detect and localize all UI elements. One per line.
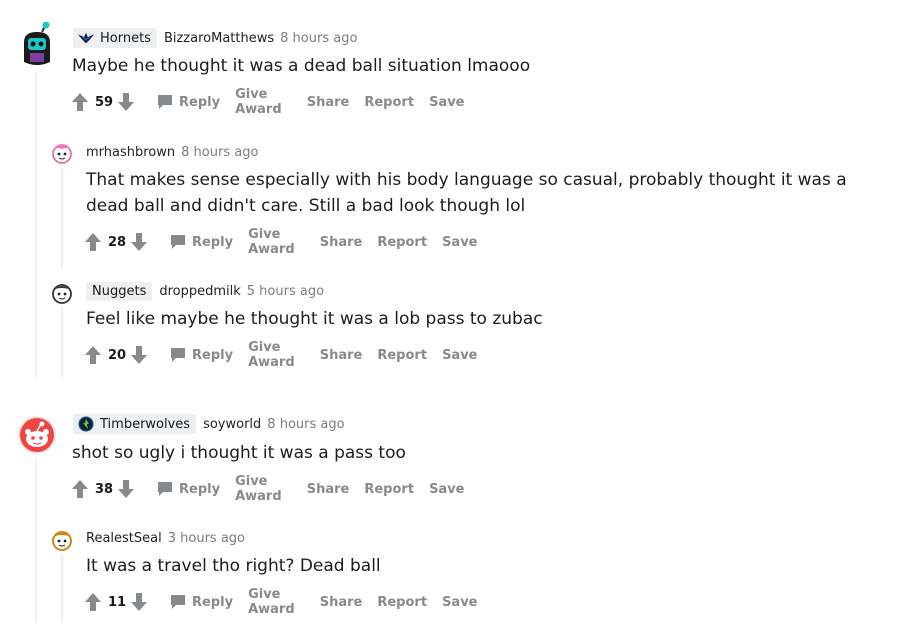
save-button[interactable]: Save bbox=[442, 235, 477, 250]
comment-timestamp[interactable]: 8 hours ago bbox=[280, 31, 357, 46]
flair-text: Nuggets bbox=[92, 283, 147, 299]
reply-button[interactable]: Reply bbox=[170, 234, 233, 250]
author-name[interactable]: droppedmilk bbox=[159, 284, 240, 299]
save-button[interactable]: Save bbox=[442, 348, 477, 363]
comment-body: shot so ugly i thought it was a pass too bbox=[72, 443, 406, 463]
give-award-button[interactable]: Give Award bbox=[248, 227, 305, 257]
upvote-arrow-icon[interactable] bbox=[71, 478, 89, 500]
upvote-arrow-icon[interactable] bbox=[84, 231, 102, 253]
vote-score: 38 bbox=[95, 481, 114, 497]
comment-timestamp[interactable]: 3 hours ago bbox=[168, 531, 245, 546]
comment-timestamp[interactable]: 5 hours ago bbox=[247, 284, 324, 299]
report-button[interactable]: Report bbox=[377, 595, 427, 610]
author-name[interactable]: soyworld bbox=[203, 417, 261, 432]
thread-line[interactable] bbox=[61, 168, 63, 268]
save-button[interactable]: Save bbox=[442, 595, 477, 610]
give-award-button[interactable]: Give Award bbox=[235, 87, 292, 117]
upvote-arrow-icon[interactable] bbox=[71, 91, 89, 113]
avatar[interactable] bbox=[50, 141, 74, 165]
flair-text: Hornets bbox=[100, 30, 151, 46]
vote-score: 20 bbox=[108, 347, 127, 363]
author-name[interactable]: RealestSeal bbox=[86, 531, 162, 546]
save-button[interactable]: Save bbox=[429, 95, 464, 110]
author-name[interactable]: mrhashbrown bbox=[86, 145, 175, 160]
upvote-arrow-icon[interactable] bbox=[84, 591, 102, 613]
avatar[interactable] bbox=[50, 528, 74, 552]
thread-line[interactable] bbox=[35, 458, 37, 623]
user-flair: Timberwolves bbox=[73, 414, 197, 434]
upvote-arrow-icon[interactable] bbox=[84, 344, 102, 366]
share-button[interactable]: Share bbox=[320, 235, 363, 250]
comment-bubble-icon bbox=[170, 234, 186, 250]
reply-button[interactable]: Reply bbox=[157, 481, 220, 497]
downvote-arrow-icon[interactable] bbox=[130, 591, 148, 613]
save-button[interactable]: Save bbox=[429, 482, 464, 497]
thread-line[interactable] bbox=[61, 307, 63, 377]
comment-bubble-icon bbox=[170, 347, 186, 363]
comment-body: Feel like maybe he thought it was a lob … bbox=[86, 309, 543, 329]
reply-button[interactable]: Reply bbox=[157, 94, 220, 110]
downvote-arrow-icon[interactable] bbox=[130, 231, 148, 253]
share-button[interactable]: Share bbox=[307, 95, 350, 110]
vote-score: 28 bbox=[108, 234, 127, 250]
downvote-arrow-icon[interactable] bbox=[117, 91, 135, 113]
downvote-arrow-icon[interactable] bbox=[117, 478, 135, 500]
reply-label: Reply bbox=[179, 94, 221, 110]
comment-body: Maybe he thought it was a dead ball situ… bbox=[72, 56, 531, 76]
share-button[interactable]: Share bbox=[320, 595, 363, 610]
thread-line[interactable] bbox=[35, 72, 37, 377]
give-award-button[interactable]: Give Award bbox=[248, 587, 305, 617]
share-button[interactable]: Share bbox=[307, 482, 350, 497]
avatar[interactable] bbox=[18, 416, 56, 454]
reply-label: Reply bbox=[192, 347, 234, 363]
author-name[interactable]: BizzaroMatthews bbox=[164, 31, 274, 46]
flair-text: Timberwolves bbox=[100, 416, 191, 432]
reply-button[interactable]: Reply bbox=[170, 347, 233, 363]
report-button[interactable]: Report bbox=[364, 482, 414, 497]
thread-line[interactable] bbox=[61, 556, 63, 623]
comment-bubble-icon bbox=[170, 594, 186, 610]
share-button[interactable]: Share bbox=[320, 348, 363, 363]
reply-label: Reply bbox=[192, 234, 234, 250]
vote-score: 11 bbox=[108, 594, 127, 610]
avatar[interactable] bbox=[50, 281, 74, 305]
vote-score: 59 bbox=[95, 94, 114, 110]
user-flair: Nuggets bbox=[86, 281, 153, 301]
give-award-button[interactable]: Give Award bbox=[248, 340, 305, 370]
report-button[interactable]: Report bbox=[377, 348, 427, 363]
comment-timestamp[interactable]: 8 hours ago bbox=[267, 417, 344, 432]
reply-label: Reply bbox=[192, 594, 234, 610]
timberwolves-icon bbox=[77, 416, 95, 432]
hornets-icon bbox=[77, 30, 95, 46]
downvote-arrow-icon[interactable] bbox=[130, 344, 148, 366]
avatar[interactable] bbox=[18, 21, 56, 66]
comment-bubble-icon bbox=[157, 94, 173, 110]
comment-bubble-icon bbox=[157, 481, 173, 497]
reply-button[interactable]: Reply bbox=[170, 594, 233, 610]
comment-body: It was a travel tho right? Dead ball bbox=[86, 556, 381, 576]
comment-timestamp[interactable]: 8 hours ago bbox=[181, 145, 258, 160]
reply-label: Reply bbox=[179, 481, 221, 497]
give-award-button[interactable]: Give Award bbox=[235, 474, 292, 504]
report-button[interactable]: Report bbox=[364, 95, 414, 110]
comment-body: That makes sense especially with his bod… bbox=[86, 170, 847, 216]
report-button[interactable]: Report bbox=[377, 235, 427, 250]
user-flair: Hornets bbox=[73, 28, 157, 48]
